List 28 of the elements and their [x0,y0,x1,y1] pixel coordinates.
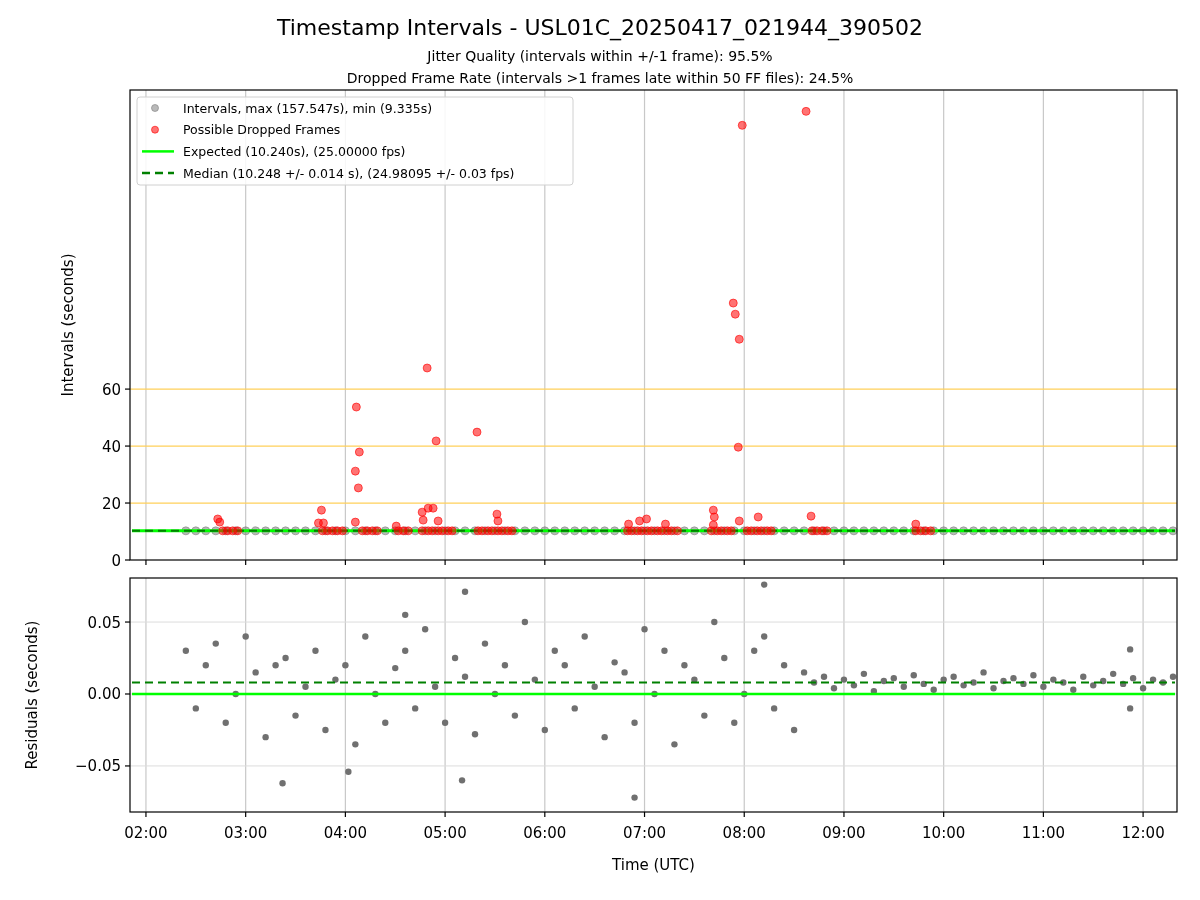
tick-label: 04:00 [323,824,367,842]
tick-label: 0.05 [87,613,121,632]
tick-label: 05:00 [423,824,467,842]
tick-label: 08:00 [722,824,766,842]
legend-label: Expected (10.240s), (25.00000 fps) [183,143,406,159]
tick-label: 0 [111,551,121,570]
tick-label: 11:00 [1021,824,1065,842]
axis-label: Time (UTC) [612,856,695,874]
tick-label: 20 [101,494,121,513]
axis-label: Residuals (seconds) [22,620,41,770]
tick-label: 0.00 [87,685,121,704]
figure-subtitle: Dropped Frame Rate (intervals >1 frames late within 50 FF files): 24.5% [346,70,854,87]
tick-label: 40 [101,437,121,456]
figure-subtitle: Jitter Quality (intervals within +/-1 frame): 95.5% [427,48,773,65]
figure-title: Timestamp Intervals - USL01C_20250417_021944_390502 [276,14,924,42]
tick-label: 09:00 [822,824,866,842]
axis-label: Intervals (seconds) [58,253,77,397]
tick-label: 07:00 [622,824,667,842]
tick-label: 02:00 [124,824,168,842]
tick-label: 10:00 [922,824,966,842]
tick-label: 03:00 [224,824,268,842]
legend-label: Median (10.248 +/- 0.014 s), (24.98095 +/- 0.03 fps) [183,165,515,181]
legend-label: Possible Dropped Frames [183,122,341,138]
legend-label: Intervals, max (157.547s), min (9.335s) [183,100,433,116]
tick-label: 60 [101,380,121,399]
tick-label: 06:00 [523,824,567,842]
tick-label: 12:00 [1121,824,1165,842]
tick-label: −0.05 [75,757,121,776]
